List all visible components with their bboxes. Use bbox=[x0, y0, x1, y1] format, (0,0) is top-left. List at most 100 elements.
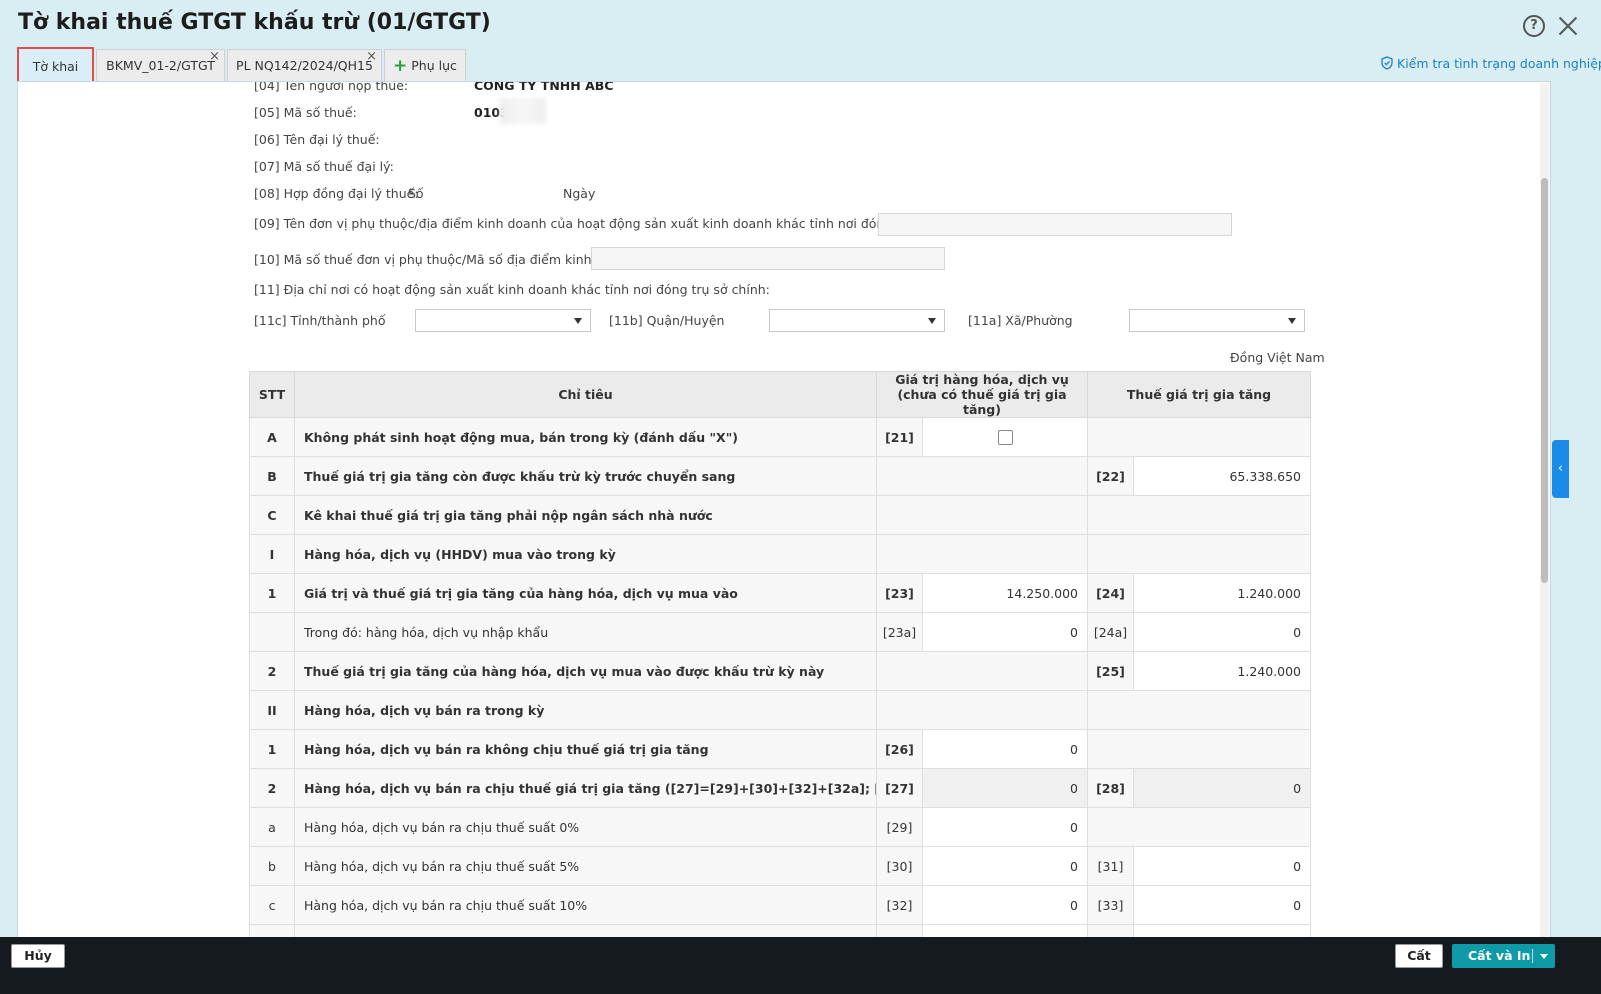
value-cell-24[interactable]: 1.240.000 bbox=[1132, 573, 1312, 613]
row-label: Trong đó: hàng hóa, dịch vụ nhập khẩu bbox=[294, 612, 877, 652]
close-icon[interactable] bbox=[1556, 14, 1580, 38]
row-code: [31] bbox=[1087, 846, 1134, 886]
value-cell-22[interactable]: 65.338.650 bbox=[1132, 456, 1312, 496]
row-label: Hàng hóa, dịch vụ bán ra không chịu thuế… bbox=[294, 729, 877, 769]
table-header-row: STT Chỉ tiêu Giá trị hàng hóa, dịch vụ (… bbox=[249, 371, 1312, 418]
help-icon[interactable]: ? bbox=[1523, 15, 1545, 37]
save-and-print-label: Cất và In bbox=[1468, 948, 1531, 963]
cancel-button[interactable]: Hủy bbox=[11, 944, 65, 968]
f05-label: [05] Mã số thuế: bbox=[254, 105, 357, 120]
row-stt: A bbox=[249, 417, 295, 457]
empty-cell bbox=[876, 456, 1088, 496]
table-row: II Hàng hóa, dịch vụ bán ra trong kỳ bbox=[249, 690, 1312, 730]
row-label: Thuế giá trị gia tăng của hàng hóa, dịch… bbox=[294, 651, 877, 691]
value-cell-23[interactable]: 14.250.000 bbox=[922, 573, 1088, 613]
tab-to-khai[interactable]: Tờ khai bbox=[17, 47, 94, 84]
empty-cell bbox=[1086, 534, 1312, 574]
value-cell-26[interactable]: 0 bbox=[922, 729, 1088, 769]
value-cell-28: 0 bbox=[1132, 768, 1312, 808]
currency-note: Đồng Việt Nam bbox=[1230, 350, 1325, 365]
empty-cell bbox=[1086, 807, 1312, 847]
row-label: Thuế giá trị gia tăng còn được khấu trừ … bbox=[294, 456, 877, 496]
tab-label: Tờ khai bbox=[32, 59, 79, 74]
f08-label: [08] Hợp đồng đại lý thuế: bbox=[254, 186, 419, 201]
value-cell-27: 0 bbox=[922, 768, 1088, 808]
value-cell-30[interactable]: 0 bbox=[922, 846, 1088, 886]
row-code: [30] bbox=[876, 846, 923, 886]
value-cell-32[interactable]: 0 bbox=[922, 885, 1088, 925]
empty-cell bbox=[876, 534, 1088, 574]
empty-cell bbox=[1086, 495, 1312, 535]
row-code: [32] bbox=[876, 885, 923, 925]
empty-cell bbox=[1086, 690, 1312, 730]
row-code: [28] bbox=[1087, 768, 1134, 808]
vertical-scrollbar[interactable] bbox=[1540, 83, 1549, 943]
value-cell-23a[interactable]: 0 bbox=[922, 612, 1088, 652]
check-business-status-link[interactable]: Kiểm tra tình trạng doanh nghiệp bbox=[1381, 56, 1601, 71]
chevron-down-icon bbox=[1288, 318, 1296, 324]
scrollbar-thumb[interactable] bbox=[1541, 178, 1548, 583]
no-activity-cell bbox=[922, 417, 1088, 457]
value-cell-29[interactable]: 0 bbox=[922, 807, 1088, 847]
save-button[interactable]: Cất bbox=[1395, 944, 1443, 968]
redacted-area bbox=[500, 98, 546, 124]
tab-label: PL NQ142/2024/QH15 bbox=[236, 58, 373, 73]
row-stt: 1 bbox=[249, 729, 295, 769]
chevron-down-icon bbox=[928, 318, 936, 324]
f11b-label: [11b] Quận/Huyện bbox=[609, 313, 725, 328]
header-gia-tri: Giá trị hàng hóa, dịch vụ (chưa có thuế … bbox=[876, 371, 1088, 418]
f09-input[interactable] bbox=[878, 213, 1232, 236]
add-appendix-button[interactable]: + Phụ lục bbox=[384, 49, 466, 82]
row-stt bbox=[249, 612, 295, 652]
tab-pl-nq142[interactable]: PL NQ142/2024/QH15 × bbox=[227, 49, 382, 82]
chevron-left-icon: ‹ bbox=[1557, 461, 1564, 476]
ward-select[interactable] bbox=[1129, 309, 1305, 332]
f10-label: [10] Mã số thuế đơn vị phụ thuộc/Mã số đ… bbox=[254, 252, 639, 267]
row-stt: II bbox=[249, 690, 295, 730]
taxpayer-name: CÔNG TY TNHH ABC bbox=[474, 81, 614, 93]
f11c-label: [11c] Tỉnh/thành phố bbox=[254, 313, 386, 328]
row-stt: 2 bbox=[249, 768, 295, 808]
close-tab-icon[interactable]: × bbox=[209, 50, 220, 64]
row-label: Giá trị và thuế giá trị gia tăng của hàn… bbox=[294, 573, 877, 613]
save-and-print-button[interactable]: Cất và In bbox=[1452, 944, 1555, 968]
row-code: [23a] bbox=[876, 612, 923, 652]
row-label: Không phát sinh hoạt động mua, bán trong… bbox=[294, 417, 877, 457]
f09-label: [09] Tên đơn vị phụ thuộc/địa điểm kinh … bbox=[254, 216, 975, 231]
row-stt: B bbox=[249, 456, 295, 496]
table-row: b Hàng hóa, dịch vụ bán ra chịu thuế suấ… bbox=[249, 846, 1312, 886]
row-stt: c bbox=[249, 885, 295, 925]
row-code: [24] bbox=[1087, 573, 1134, 613]
no-activity-checkbox[interactable] bbox=[997, 430, 1013, 445]
row-label: Kê khai thuế giá trị gia tăng phải nộp n… bbox=[294, 495, 877, 535]
row-label: Hàng hóa, dịch vụ bán ra trong kỳ bbox=[294, 690, 877, 730]
tab-bkmv[interactable]: BKMV_01-2/GTGT × bbox=[96, 49, 225, 82]
empty-cell bbox=[876, 495, 1088, 535]
value-cell-33[interactable]: 0 bbox=[1132, 885, 1312, 925]
province-select[interactable] bbox=[415, 309, 591, 332]
row-label: Hàng hóa, dịch vụ (HHDV) mua vào trong k… bbox=[294, 534, 877, 574]
close-tab-icon[interactable]: × bbox=[366, 50, 377, 64]
row-code: [27] bbox=[876, 768, 923, 808]
value-cell-25[interactable]: 1.240.000 bbox=[1132, 651, 1312, 691]
plus-icon: + bbox=[393, 56, 408, 76]
side-panel-toggle[interactable]: ‹ bbox=[1552, 440, 1569, 498]
row-stt: 1 bbox=[249, 573, 295, 613]
f06-label: [06] Tên đại lý thuế: bbox=[254, 132, 380, 147]
chevron-down-icon[interactable] bbox=[1540, 954, 1548, 959]
tab-label: BKMV_01-2/GTGT bbox=[106, 58, 215, 73]
value-cell-24a[interactable]: 0 bbox=[1132, 612, 1312, 652]
district-select[interactable] bbox=[769, 309, 945, 332]
f10-input[interactable] bbox=[591, 247, 945, 270]
value-cell-31[interactable]: 0 bbox=[1132, 846, 1312, 886]
row-code: [23] bbox=[876, 573, 923, 613]
f07-label: [07] Mã số thuế đại lý: bbox=[254, 159, 394, 174]
f11a-label: [11a] Xã/Phường bbox=[968, 313, 1073, 328]
row-code: [26] bbox=[876, 729, 923, 769]
f04-label: [04] Tên người nộp thuế: bbox=[254, 81, 409, 93]
row-stt: a bbox=[249, 807, 295, 847]
row-stt: 2 bbox=[249, 651, 295, 691]
header-stt: STT bbox=[249, 371, 295, 418]
row-code: [29] bbox=[876, 807, 923, 847]
title-bar: Tờ khai thuế GTGT khấu trừ (01/GTGT) ? bbox=[0, 0, 1601, 48]
